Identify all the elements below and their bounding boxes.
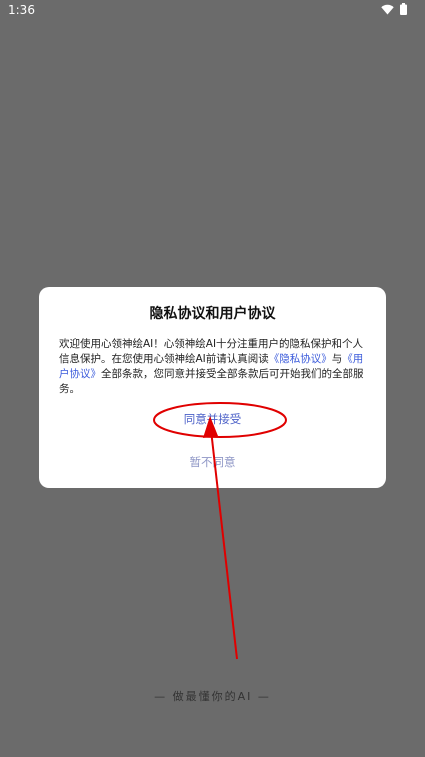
status-time: 1:36 xyxy=(8,3,35,17)
status-bar: 1:36 xyxy=(0,0,425,22)
decline-button[interactable]: 暂不同意 xyxy=(39,454,386,470)
privacy-agreement-dialog: 隐私协议和用户协议 欢迎使用心领神绘AI！心领神绘AI十分注重用户的隐私保护和个… xyxy=(39,287,386,488)
dialog-body: 欢迎使用心领神绘AI！心领神绘AI十分注重用户的隐私保护和个人信息保护。在您使用… xyxy=(59,337,369,397)
battery-icon xyxy=(400,3,407,15)
privacy-policy-link[interactable]: 《隐私协议》 xyxy=(269,353,332,365)
accept-button[interactable]: 同意并接受 xyxy=(39,411,386,427)
app-screen: 1:36 隐私协议和用户协议 欢迎使用心领神绘AI！心领神绘AI十分注重用户的隐… xyxy=(0,0,425,757)
status-icons xyxy=(381,3,407,15)
dialog-body-outro: 全部条款，您同意并接受全部条款后可开始我们的全部服务。 xyxy=(59,368,364,395)
app-slogan: — 做最懂你的AI — xyxy=(154,690,271,703)
wifi-icon xyxy=(381,4,394,15)
dialog-title: 隐私协议和用户协议 xyxy=(149,306,276,322)
dialog-body-joiner: 与 xyxy=(331,353,343,365)
